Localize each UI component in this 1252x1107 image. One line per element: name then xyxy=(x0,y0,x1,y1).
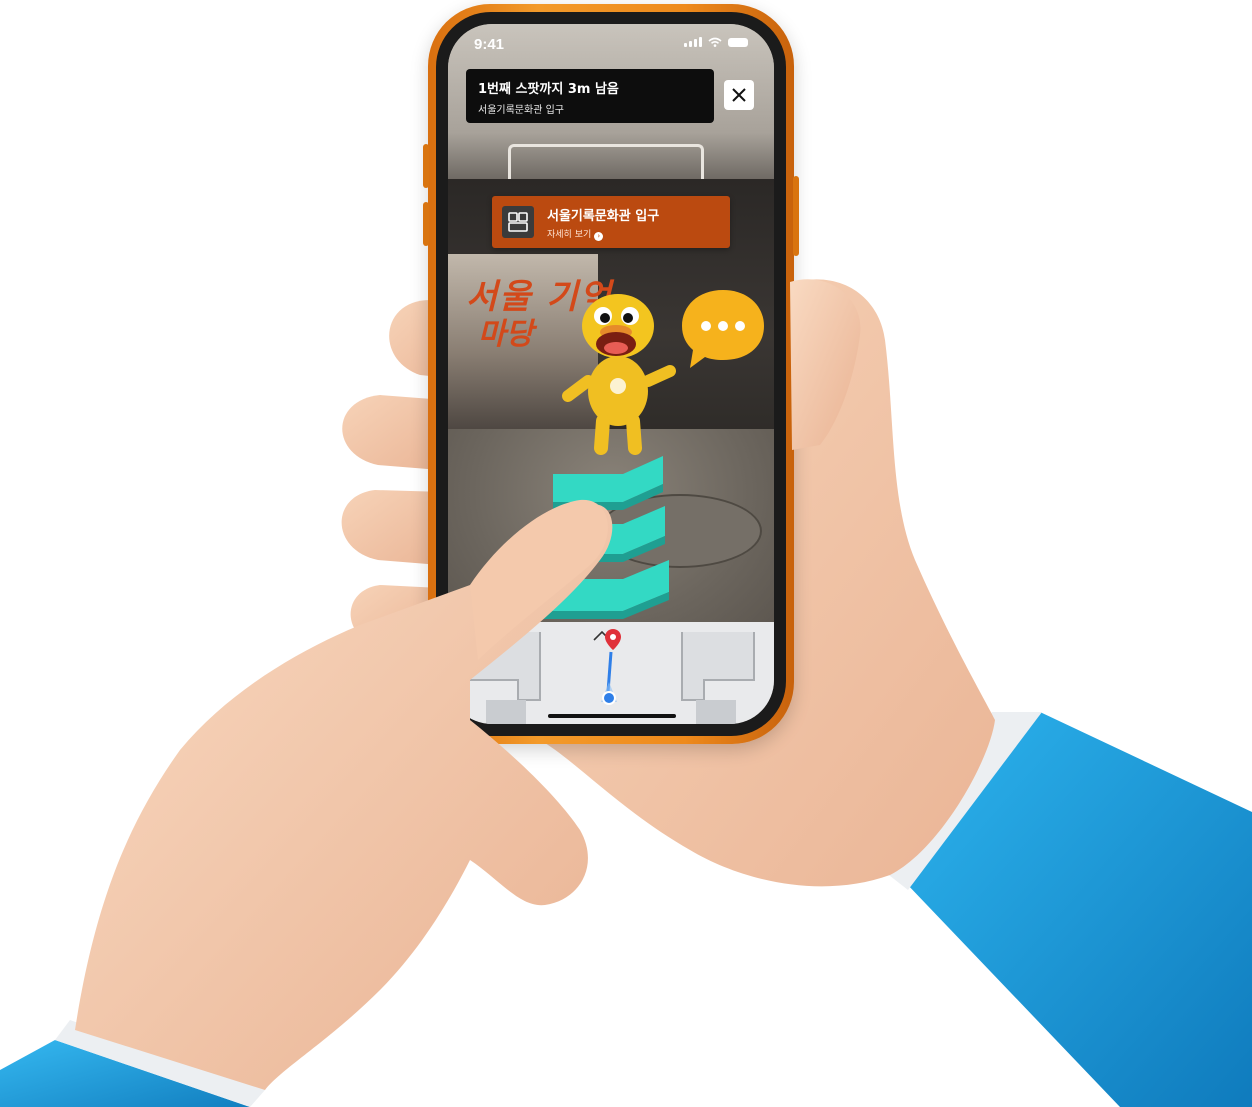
illustration-scene: 서울 기억 마당 9:41 1번째 스팟까지 3m 남음 서울기록문화관 입구 … xyxy=(0,0,1252,1107)
pointing-hand xyxy=(0,279,861,1107)
